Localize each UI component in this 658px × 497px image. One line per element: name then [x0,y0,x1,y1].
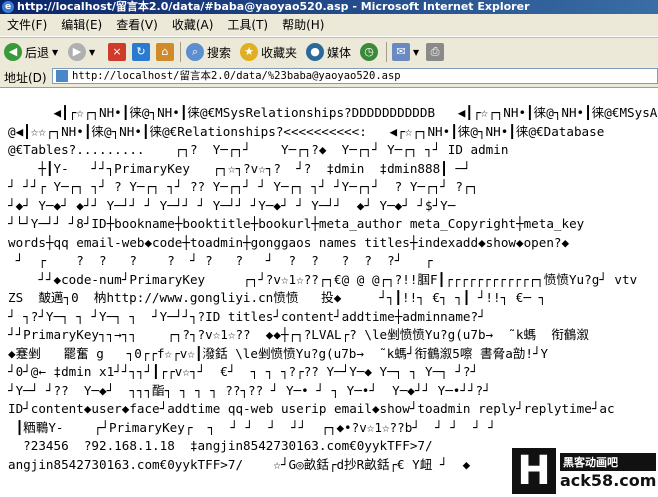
page-content[interactable]: ◀┃┌☆┌┐NH•┃徕@┐NH•┃徕@€MSysRelationships?DD… [0,88,658,497]
window-title-bar[interactable]: e http://localhost/留言本2.0/data/#baba@yaoy… [0,0,658,14]
toolbar-divider [386,42,387,62]
address-label: 地址(D) [4,71,47,85]
history-button[interactable]: ◷ [360,42,378,62]
stop-button[interactable]: × [108,42,126,62]
mail-button[interactable]: ✉ ▼ [392,42,419,62]
print-icon: ⎙ [426,43,444,61]
menu-edit[interactable]: 编辑(E) [54,14,109,36]
search-button[interactable]: ⌕ 搜索 [186,42,231,62]
back-button[interactable]: ◀ 后退 ▼ [4,42,58,62]
home-icon: ⌂ [156,43,174,61]
media-label: 媒体 [327,45,352,60]
watermark-logo: H [512,448,556,494]
watermark-tag: 黑客动画吧 [560,452,657,471]
forward-arrow-icon: ▶ [68,43,86,61]
media-button[interactable]: ● 媒体 [306,42,351,62]
refresh-button[interactable]: ↻ [132,42,150,62]
search-icon: ⌕ [186,43,204,61]
menu-favorites[interactable]: 收藏(A) [165,14,221,36]
print-button[interactable]: ⎙ [426,42,444,62]
address-bar: 地址(D) http://localhost/留言本2.0/data/%23ba… [0,66,658,88]
refresh-icon: ↻ [132,43,150,61]
forward-button[interactable]: ▶ ▼ [68,42,95,62]
raw-database-text: ◀┃┌☆┌┐NH•┃徕@┐NH•┃徕@€MSysRelationships?DD… [8,105,658,472]
chevron-down-icon: ▼ [89,47,96,57]
toolbar: ◀ 后退 ▼ ▶ ▼ × ↻ ⌂ ⌕ 搜索 ★ 收藏夹 ● 媒体 ◷ ✉ ▼ ⎙ [0,37,658,67]
menu-view[interactable]: 查看(V) [109,14,165,36]
address-url: http://localhost/留言本2.0/data/%23baba@yao… [72,70,401,82]
watermark-text: 黑客动画吧 ack58.com [560,452,657,490]
site-watermark: H 黑客动画吧 ack58.com [512,445,658,497]
chevron-down-icon: ▼ [413,47,420,57]
home-button[interactable]: ⌂ [156,42,174,62]
menu-tools[interactable]: 工具(T) [220,14,275,36]
toolbar-divider [180,42,181,62]
back-label: 后退 [25,45,50,60]
mail-icon: ✉ [392,43,410,61]
menu-bar: 文件(F) 编辑(E) 查看(V) 收藏(A) 工具(T) 帮助(H) [0,14,658,37]
media-globe-icon: ● [306,43,324,61]
history-icon: ◷ [360,43,378,61]
menu-help[interactable]: 帮助(H) [275,14,331,36]
favorites-label: 收藏夹 [261,45,298,60]
chevron-down-icon: ▼ [52,47,59,57]
window-title: http://localhost/留言本2.0/data/#baba@yaoya… [17,0,530,13]
watermark-domain: ack58.com [560,470,657,490]
star-icon: ★ [240,43,258,61]
address-input[interactable]: http://localhost/留言本2.0/data/%23baba@yao… [52,68,658,84]
back-arrow-icon: ◀ [4,43,22,61]
page-icon [56,70,68,82]
favorites-button[interactable]: ★ 收藏夹 [240,42,297,62]
search-label: 搜索 [207,45,232,60]
stop-icon: × [108,43,126,61]
menu-file[interactable]: 文件(F) [0,14,54,36]
ie-logo-icon: e [2,1,14,13]
